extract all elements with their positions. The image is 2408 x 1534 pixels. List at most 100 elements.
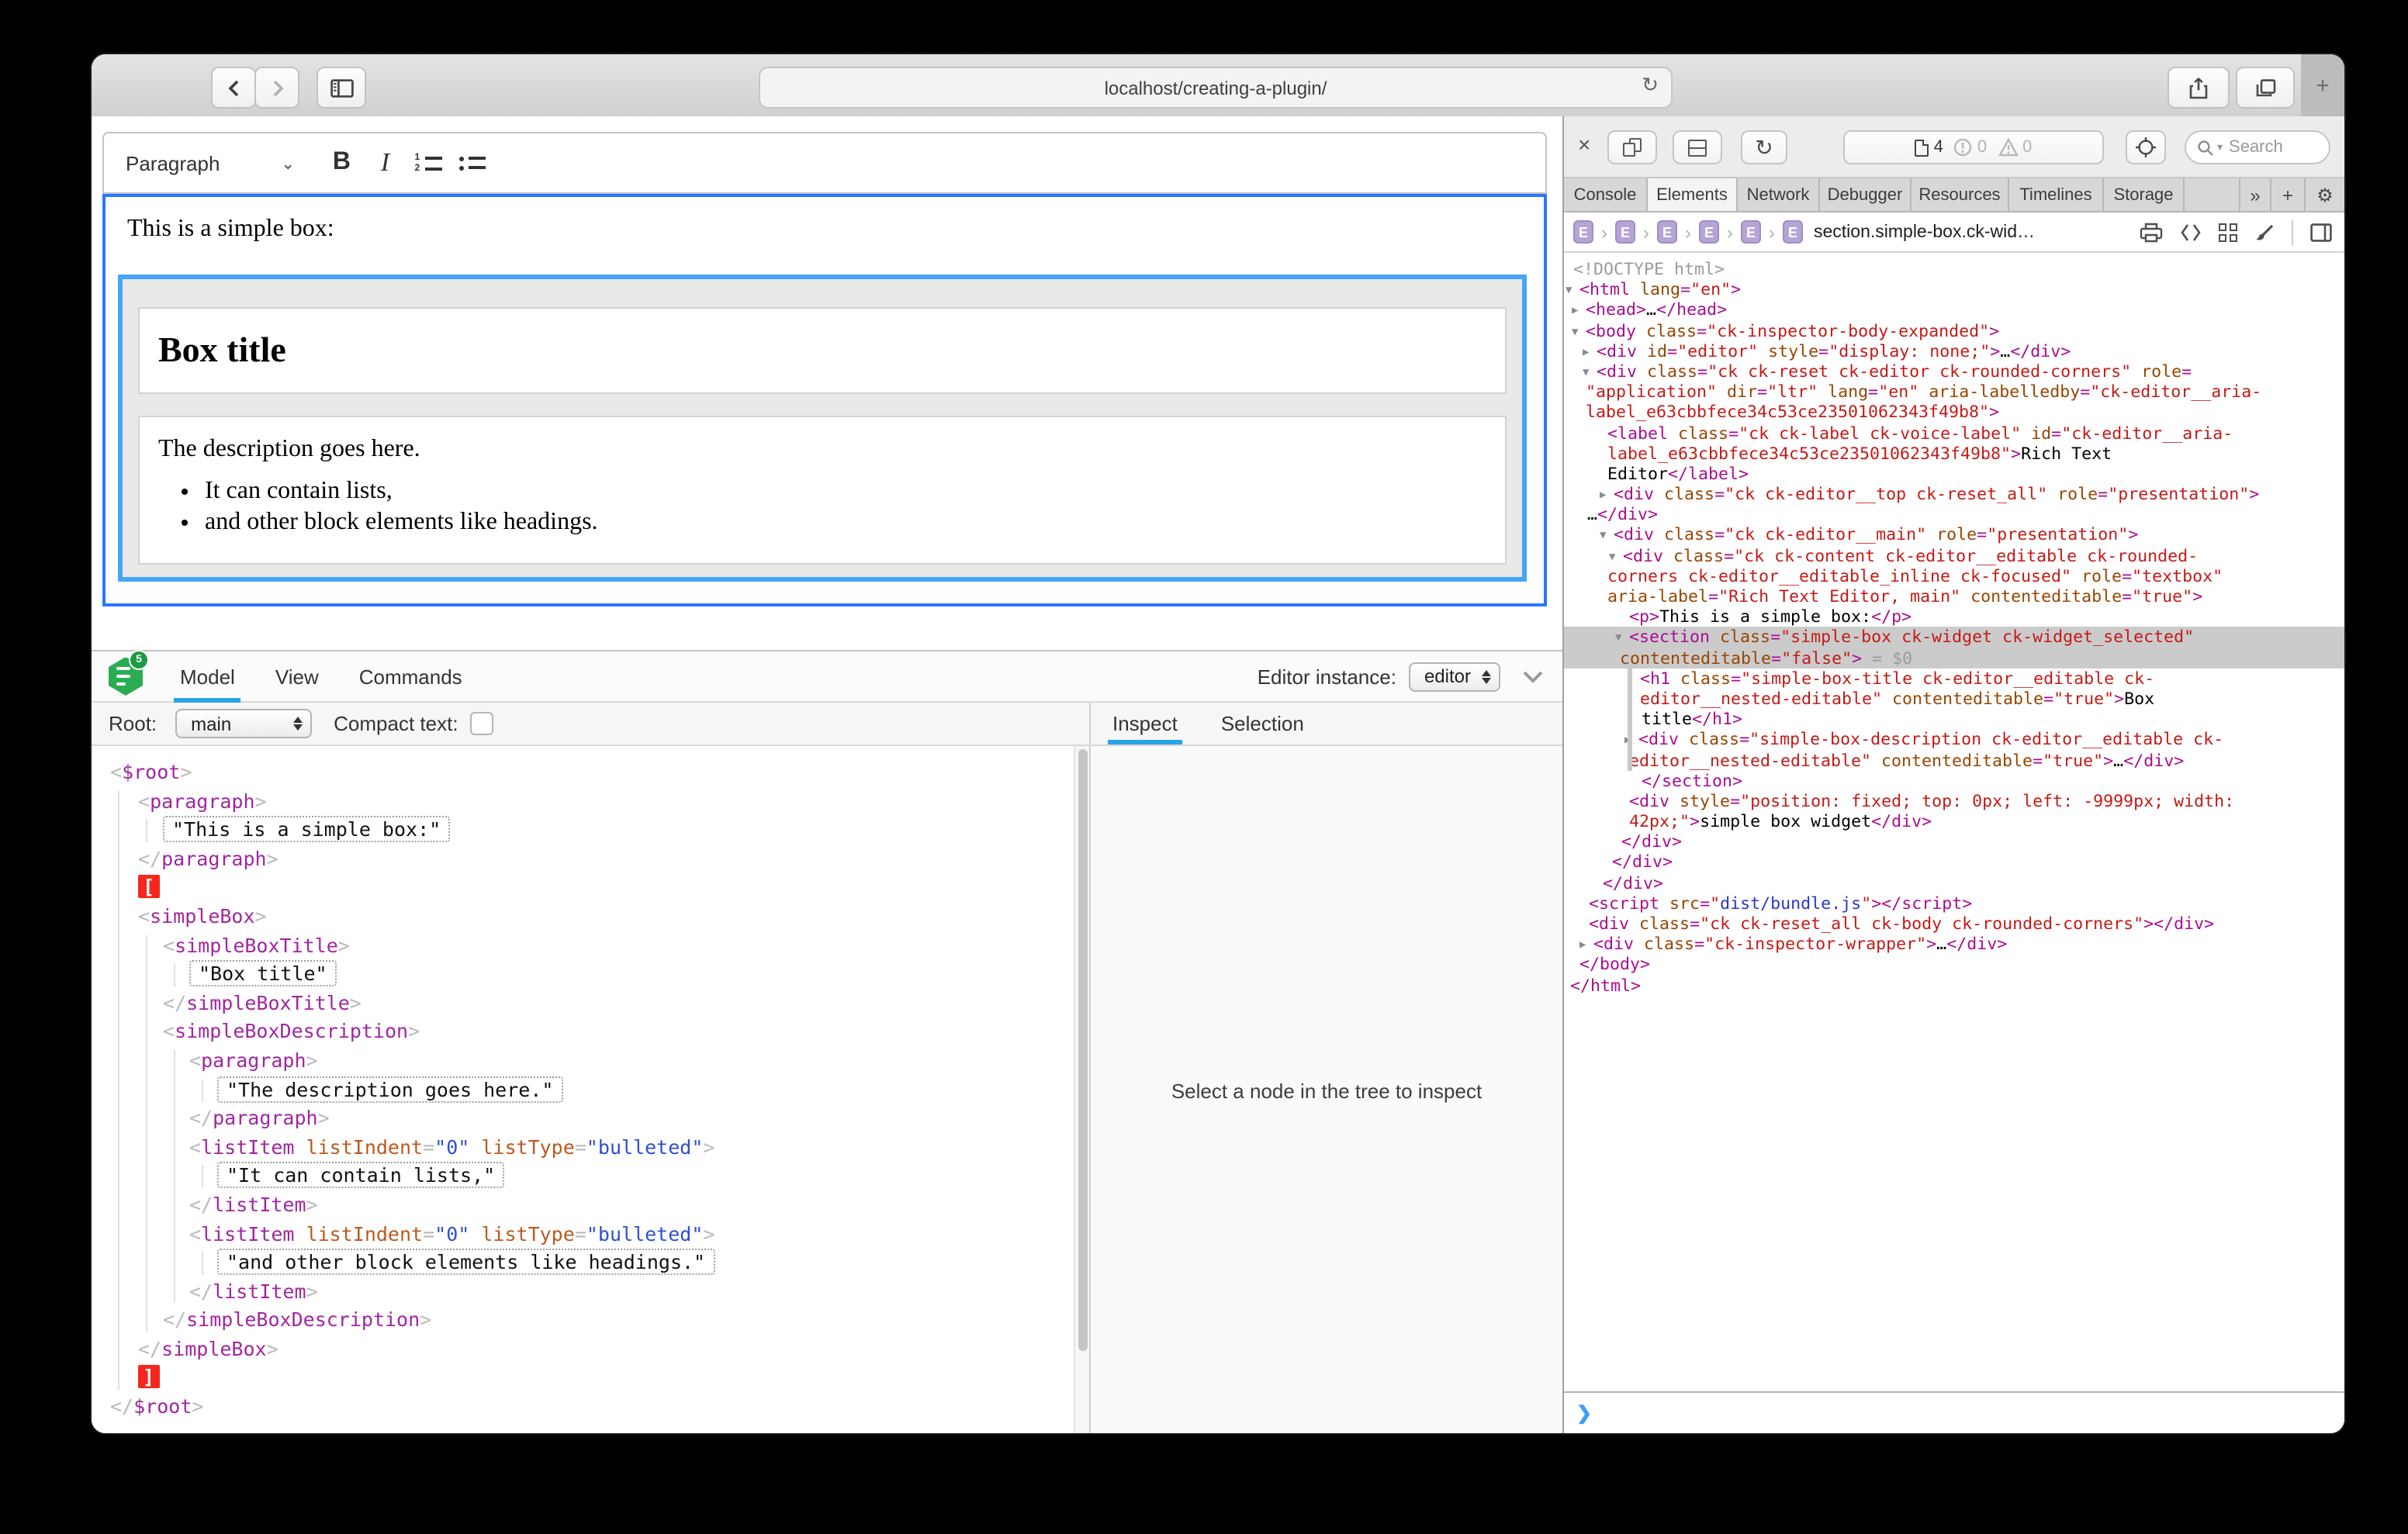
model-tree-line[interactable]: </paragraph> bbox=[92, 1104, 1074, 1133]
print-icon[interactable] bbox=[2140, 222, 2163, 244]
breadcrumb-element-badge[interactable]: E bbox=[1699, 220, 1719, 244]
dom-tree-line[interactable]: <!DOCTYPE html> bbox=[1564, 259, 2344, 279]
dom-tree-line[interactable]: ▶<head>…</head> bbox=[1564, 300, 2344, 320]
tab-commands[interactable]: Commands bbox=[359, 651, 462, 702]
breadcrumb-element-badge[interactable]: E bbox=[1573, 220, 1593, 244]
breadcrumb-element-badge[interactable]: E bbox=[1657, 220, 1677, 244]
dom-tree-line[interactable]: ▼<section class="simple-box ck-widget ck… bbox=[1564, 627, 2344, 648]
devtools-search[interactable]: ▾ bbox=[2185, 130, 2330, 164]
chevron-down-icon[interactable]: ⌄ bbox=[281, 153, 295, 173]
element-picker-button[interactable] bbox=[2126, 130, 2166, 164]
model-tree-line[interactable]: <paragraph> bbox=[92, 1047, 1074, 1076]
dock-bottom-button[interactable] bbox=[1673, 130, 1722, 164]
dom-tree-line[interactable]: </div> bbox=[1564, 872, 2344, 893]
model-tree-line[interactable]: </$root> bbox=[92, 1393, 1074, 1422]
model-tree-line[interactable]: </paragraph> bbox=[92, 845, 1074, 874]
disclosure-open-icon[interactable]: ▼ bbox=[1600, 527, 1614, 547]
model-tree-line[interactable]: "The description goes here." bbox=[92, 1076, 1074, 1104]
disclosure-closed-icon[interactable]: ▶ bbox=[1579, 935, 1593, 955]
model-tree-line[interactable]: "This is a simple box:" bbox=[92, 816, 1074, 845]
simple-box-widget[interactable]: Box title The description goes here. It … bbox=[118, 275, 1527, 582]
layout-grid-icon[interactable] bbox=[2219, 223, 2237, 242]
dom-tree-line[interactable]: aria-label="Rich Text Editor, main" cont… bbox=[1564, 586, 2344, 606]
disclosure-closed-icon[interactable]: ▶ bbox=[1583, 343, 1597, 363]
breadcrumb-element-badge[interactable]: E bbox=[1741, 220, 1761, 244]
disclosure-open-icon[interactable]: ▼ bbox=[1583, 363, 1597, 383]
tab-model[interactable]: Model bbox=[180, 651, 235, 702]
model-tree-line[interactable]: <paragraph> bbox=[92, 787, 1074, 816]
quick-console[interactable]: ❯ bbox=[1564, 1391, 2344, 1433]
new-tab-button[interactable]: + bbox=[2301, 54, 2344, 116]
dom-tree-line[interactable]: ▶<div class="ck ck-editor__top ck-reset_… bbox=[1564, 484, 2344, 504]
devtools-tab-timelines[interactable]: Timelines bbox=[2009, 178, 2104, 211]
dom-tree-line[interactable]: <p>This is a simple box:</p> bbox=[1564, 606, 2344, 627]
dom-tree-line[interactable]: <div class="ck ck-reset_all ck-body ck-r… bbox=[1564, 914, 2344, 934]
reload-page-button[interactable]: ↻ bbox=[1741, 130, 1787, 164]
model-tree-line[interactable]: <listItem listIndent="0" listType="bulle… bbox=[92, 1133, 1074, 1162]
dom-tree-line[interactable]: "application" dir="ltr" lang="en" aria-l… bbox=[1564, 382, 2344, 402]
scrollbar-thumb[interactable] bbox=[1078, 749, 1087, 1351]
dom-tree-line[interactable]: <div style="position: fixed; top: 0px; l… bbox=[1564, 791, 2344, 811]
model-tree-line[interactable]: "Box title" bbox=[92, 960, 1074, 989]
numbered-list-button[interactable]: 1 2 bbox=[407, 141, 450, 185]
editor-content[interactable]: This is a simple box: Box title The desc… bbox=[102, 194, 1547, 606]
tab-selection[interactable]: Selection bbox=[1221, 712, 1304, 745]
bulleted-list-button[interactable] bbox=[450, 141, 493, 185]
compact-text-checkbox[interactable] bbox=[471, 712, 494, 735]
devtools-tab-elements[interactable]: Elements bbox=[1648, 178, 1738, 211]
issues-summary[interactable]: 4 0 0 bbox=[1843, 130, 2104, 164]
editor-paragraph[interactable]: This is a simple box: bbox=[127, 216, 1544, 244]
dom-tree-line[interactable]: ▶<div class="ck-inspector-wrapper">…</di… bbox=[1564, 934, 2344, 954]
model-tree-line[interactable]: <simpleBoxDescription> bbox=[92, 1018, 1074, 1047]
model-tree-line[interactable]: <simpleBoxTitle> bbox=[92, 931, 1074, 960]
dom-tree-line[interactable]: label_e63cbbfece34c53ce23501062343f49b8"… bbox=[1564, 403, 2344, 423]
model-tree-line[interactable]: </simpleBoxTitle> bbox=[92, 990, 1074, 1018]
styles-brush-icon[interactable] bbox=[2254, 223, 2275, 243]
disclosure-closed-icon[interactable]: ▶ bbox=[1600, 485, 1614, 506]
model-tree-line[interactable]: <$root> bbox=[92, 758, 1074, 787]
disclosure-closed-icon[interactable]: ▶ bbox=[1572, 302, 1586, 322]
dom-tree-line[interactable]: <script src="dist/bundle.js"></script> bbox=[1564, 893, 2344, 914]
dom-tree-line[interactable]: Editor</label> bbox=[1564, 464, 2344, 484]
dom-tree-line[interactable]: </section> bbox=[1564, 770, 2344, 790]
dom-tree-line[interactable]: title</h1> bbox=[1564, 709, 2344, 729]
model-tree-line[interactable]: </simpleBoxDescription> bbox=[92, 1307, 1074, 1335]
simple-box-title[interactable]: Box title bbox=[138, 307, 1507, 394]
share-button[interactable] bbox=[2168, 67, 2230, 109]
editor-instance-select[interactable]: editor bbox=[1409, 662, 1500, 691]
collapse-inspector-button[interactable] bbox=[1522, 669, 1544, 683]
disclosure-open-icon[interactable]: ▼ bbox=[1609, 547, 1623, 567]
model-tree-line[interactable]: "and other block elements like headings.… bbox=[92, 1249, 1074, 1277]
disclosure-open-icon[interactable]: ▼ bbox=[1615, 629, 1629, 649]
forward-button[interactable] bbox=[254, 67, 299, 109]
dom-tree-line[interactable]: contenteditable="false"> = $0 bbox=[1564, 648, 2344, 668]
dom-tree-line[interactable]: </div> bbox=[1564, 832, 2344, 852]
model-tree-line[interactable]: ] bbox=[92, 1364, 1074, 1393]
simple-box-description[interactable]: The description goes here. It can contai… bbox=[138, 416, 1507, 565]
tab-overview-button[interactable] bbox=[2236, 67, 2295, 109]
search-input[interactable] bbox=[2226, 136, 2322, 158]
model-tree-line[interactable]: <listItem listIndent="0" listType="bulle… bbox=[92, 1220, 1074, 1249]
dom-tree-line[interactable]: corners ck-editor__editable_inline ck-fo… bbox=[1564, 566, 2344, 586]
reload-icon[interactable]: ↻ bbox=[1642, 73, 1659, 98]
dom-tree-line[interactable]: ▼<div class="ck ck-reset ck-editor ck-ro… bbox=[1564, 361, 2344, 382]
source-code-icon[interactable] bbox=[2180, 223, 2202, 242]
dom-tree-line[interactable]: editor__nested-editable" contenteditable… bbox=[1564, 689, 2344, 709]
dom-tree-line[interactable]: ▶<div id="editor" style="display: none;"… bbox=[1564, 341, 2344, 361]
disclosure-open-icon[interactable]: ▼ bbox=[1566, 281, 1579, 301]
model-tree-line[interactable]: </listItem> bbox=[92, 1277, 1074, 1306]
dom-tree-line[interactable]: <h1 class="simple-box-title ck-editor__e… bbox=[1564, 669, 2344, 689]
tree-scrollbar[interactable] bbox=[1074, 746, 1089, 1433]
tab-inspect[interactable]: Inspect bbox=[1112, 712, 1178, 745]
dom-tree-line[interactable]: <label class="ck ck-label ck-voice-label… bbox=[1564, 423, 2344, 443]
dom-tree-line[interactable]: ▼<div class="ck ck-content ck-editor__ed… bbox=[1564, 545, 2344, 565]
more-tabs-button[interactable]: » bbox=[2239, 178, 2270, 211]
model-tree-pane[interactable]: <$root><paragraph>"This is a simple box:… bbox=[92, 746, 1074, 1433]
devtools-tab-console[interactable]: Console bbox=[1564, 178, 1648, 211]
dom-tree-line[interactable]: editor__nested-editable" contenteditable… bbox=[1564, 750, 2344, 770]
dom-tree-line[interactable]: ▼<html lang="en"> bbox=[1564, 279, 2344, 299]
devtools-tab-debugger[interactable]: Debugger bbox=[1820, 178, 1912, 211]
italic-button[interactable]: I bbox=[363, 141, 407, 185]
dom-tree-line[interactable]: ▶<div class="simple-box-description ck-e… bbox=[1564, 730, 2344, 750]
search-options-chevron-icon[interactable]: ▾ bbox=[2217, 141, 2223, 154]
